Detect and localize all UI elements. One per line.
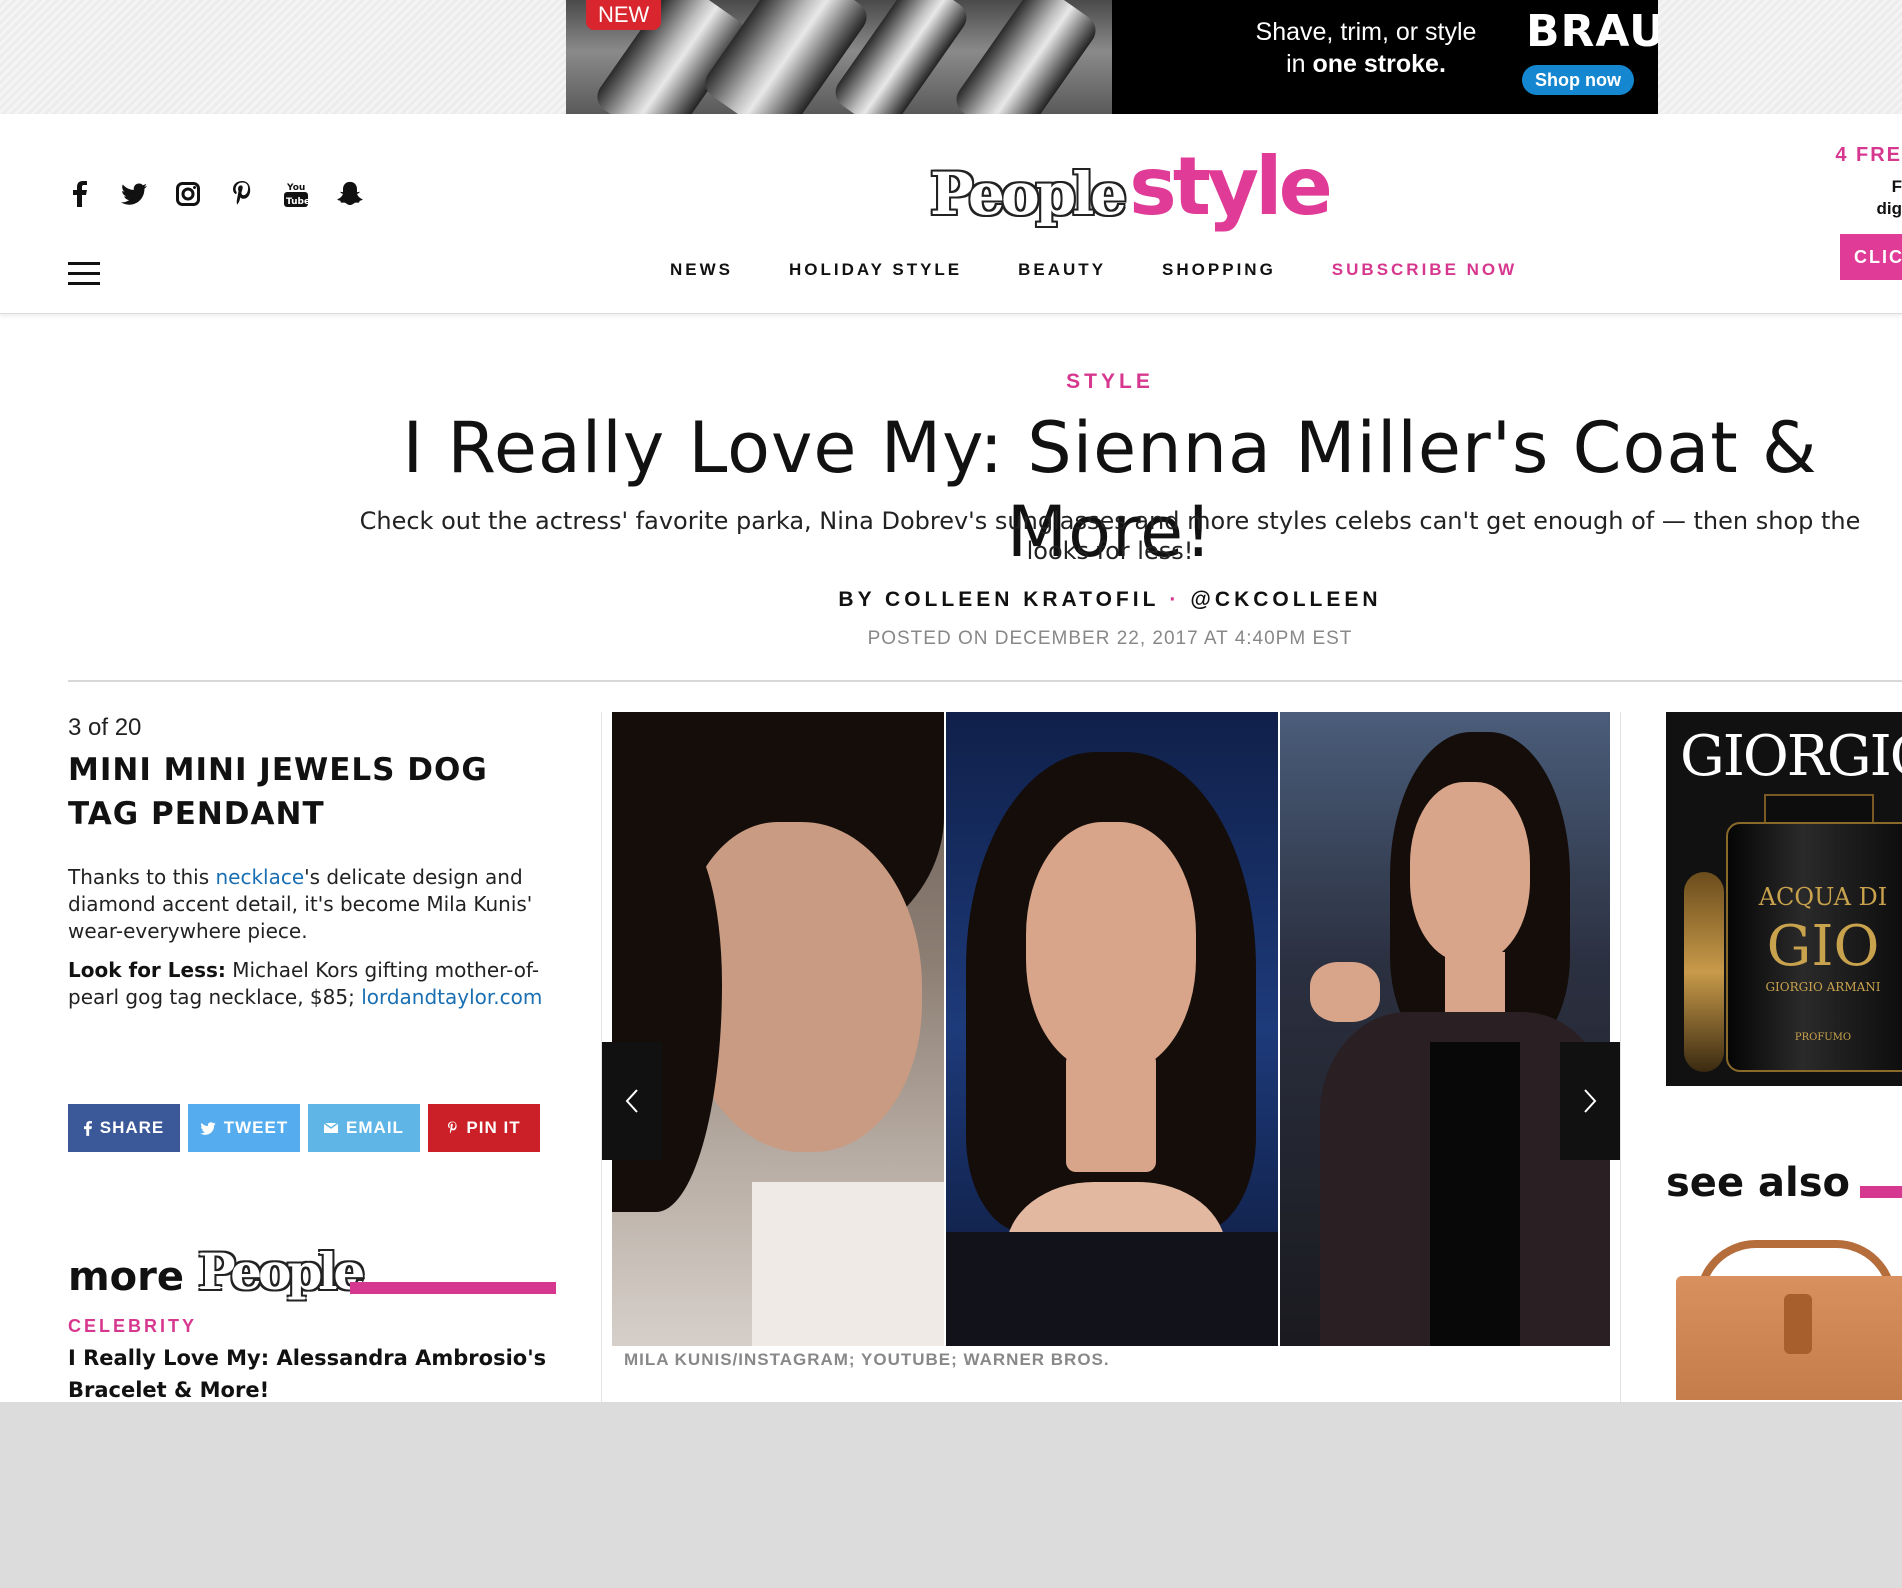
chevron-left-icon [625,1089,638,1113]
byline-separator: · [1169,588,1181,611]
byline-author[interactable]: BY COLLEEN KRATOFIL [838,588,1159,611]
article-posted-date: POSTED ON DECEMBER 22, 2017 AT 4:40PM ES… [867,628,1353,649]
see-also-heading: see also [1666,1160,1850,1206]
ad-shop-now-button[interactable]: Shop now [1522,65,1634,95]
logo-people-word: People [930,160,1127,228]
lordandtaylor-link[interactable]: lordandtaylor.com [361,985,542,1009]
giorgio-armani-ad[interactable]: GIORGIO ACQUA DI GIO GIORGIO ARMANI PROF… [1666,712,1902,1086]
nav-news[interactable]: NEWS [670,260,733,280]
twitter-icon[interactable] [120,180,148,208]
article-kicker[interactable]: STYLE [330,370,1890,394]
gallery-prev-button[interactable] [602,1042,662,1160]
people-style-logo[interactable]: People style [930,140,1333,233]
people-logo-small: People [198,1242,365,1301]
gallery-next-button[interactable] [1560,1042,1620,1160]
gallery-photo-instagram [612,712,944,1346]
ad-giorgio-wordmark: GIORGIO [1680,724,1902,789]
site-header: You Tube People style NEWS HOLIDAY STYLE … [0,114,1902,314]
svg-text:Tube: Tube [286,197,308,207]
twitter-icon [200,1121,216,1135]
nav-shopping[interactable]: SHOPPING [1162,260,1276,280]
slide-counter: 3 of 20 [68,714,142,741]
share-facebook-button[interactable]: SHARE [68,1104,180,1152]
ad-brand-logo: BRAUN [1526,6,1658,57]
nav-holiday-style[interactable]: HOLIDAY STYLE [789,260,962,280]
look-for-less-label: Look for Less: [68,958,226,982]
byline-twitter-handle[interactable]: @CKCOLLEEN [1190,588,1381,611]
slide-body: Thanks to this necklace's delicate desig… [68,865,543,1009]
share-pinterest-button[interactable]: PIN IT [428,1104,540,1152]
nav-subscribe-now[interactable]: SUBSCRIBE NOW [1332,260,1517,280]
more-people-kicker[interactable]: CELEBRITY [68,1316,197,1337]
top-ad-strip: NEW Shave, trim, or style in one stroke.… [0,0,1902,114]
ad-gold-leaf [1684,872,1724,1072]
share-buttons: SHARE TWEET EMAIL PIN IT [68,1104,540,1152]
braun-ad-banner[interactable]: NEW Shave, trim, or style in one stroke.… [566,0,1658,114]
svg-text:You: You [286,183,305,193]
gallery-photo-warner-bros [1280,712,1610,1346]
logo-style-word: style [1129,140,1333,233]
instagram-icon[interactable] [174,180,202,208]
subscribe-promo-subtext: F dig [1876,177,1902,218]
more-people-article-link[interactable]: I Really Love My: Alessandra Ambrosio's … [68,1342,548,1406]
facebook-icon[interactable] [66,180,94,208]
see-also-product-image[interactable] [1676,1240,1902,1400]
snapchat-icon[interactable] [336,180,364,208]
ad-product-photo: NEW [566,0,1112,114]
share-twitter-button[interactable]: TWEET [188,1104,300,1152]
facebook-icon [83,1120,92,1136]
article-dek: Check out the actress' favorite parka, N… [359,507,1861,565]
gallery-photo-youtube [946,712,1278,1346]
email-icon [324,1123,339,1133]
header-divider [68,680,1902,682]
youtube-icon[interactable]: You Tube [282,180,310,208]
nav-beauty[interactable]: BEAUTY [1018,260,1106,280]
pinterest-icon [448,1121,458,1134]
subscribe-promo-button[interactable]: CLIC [1840,234,1902,280]
necklace-link[interactable]: necklace [215,865,304,889]
pinterest-icon[interactable] [228,180,256,208]
gallery-image[interactable] [612,712,1610,1346]
ad-perfume-bottle: ACQUA DI GIO GIORGIO ARMANI PROFUMO [1726,822,1902,1072]
social-links: You Tube [66,180,364,208]
menu-hamburger-icon[interactable] [68,262,100,286]
subscribe-promo-headline: 4 FRE [1835,144,1902,166]
share-email-button[interactable]: EMAIL [308,1104,420,1152]
slide-title: MINI MINI JEWELS DOG TAG PENDANT [68,752,488,832]
photo-credit: MILA KUNIS/INSTAGRAM; YOUTUBE; WARNER BR… [624,1350,1110,1369]
more-people-accent-bar [350,1282,556,1294]
ad-copy: Shave, trim, or style in one stroke. [1255,18,1477,78]
ad-new-badge: NEW [586,0,662,30]
chevron-right-icon [1584,1089,1597,1113]
page-bottom-overlay [0,1402,1902,1588]
article-byline: BY COLLEEN KRATOFIL · @CKCOLLEEN [330,588,1890,612]
main-nav: NEWS HOLIDAY STYLE BEAUTY SHOPPING SUBSC… [670,260,1573,280]
see-also-accent-bar [1860,1186,1902,1198]
more-people-heading: more People [68,1242,365,1301]
